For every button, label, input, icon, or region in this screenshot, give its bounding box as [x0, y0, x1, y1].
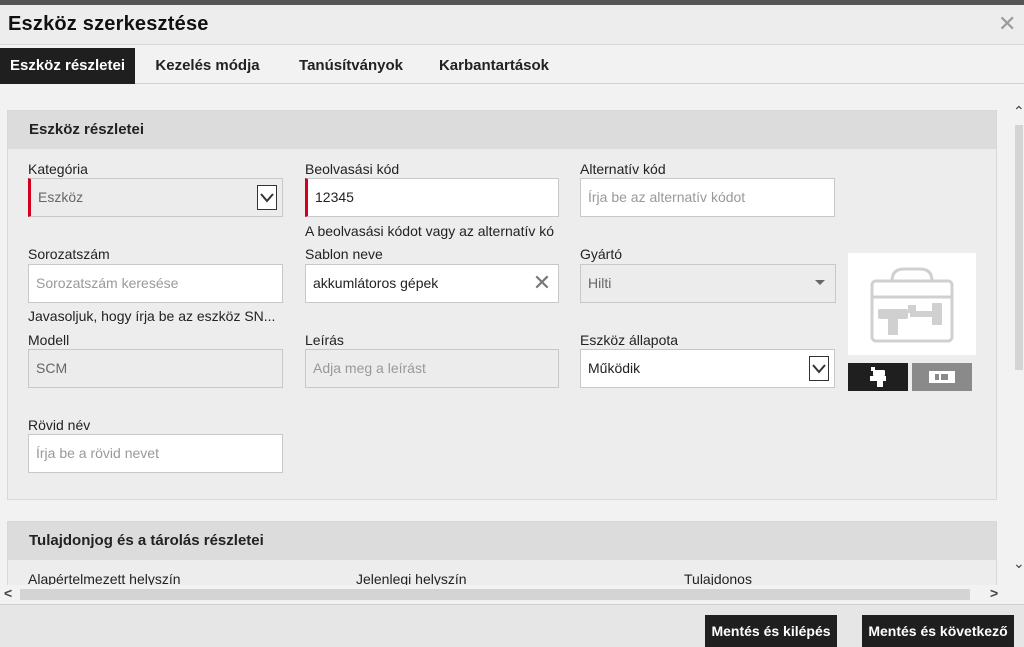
scroll-up-icon[interactable]: ⌃	[1013, 104, 1024, 118]
vertical-scroll-thumb[interactable]	[1015, 125, 1023, 370]
tab-maintenance[interactable]: Karbantartások	[430, 48, 558, 84]
status-label: Eszköz állapota	[580, 332, 679, 348]
caret-down-icon[interactable]	[815, 280, 825, 285]
manufacturer-label: Gyártó	[580, 246, 623, 262]
serial-label: Sorozatszám	[28, 246, 110, 262]
clear-icon[interactable]: ✕	[532, 272, 552, 294]
short-name-label: Rövid név	[28, 417, 91, 433]
manufacturer-value: Hilti	[588, 275, 612, 291]
default-location-label: Alapértelmezett helyszín	[28, 571, 181, 585]
description-label: Leírás	[305, 332, 344, 348]
description-input[interactable]: Adja meg a leírást	[305, 349, 559, 388]
status-select[interactable]: Működik	[580, 349, 835, 388]
alt-code-label: Alternatív kód	[580, 161, 666, 177]
tab-bar: Eszköz részletei Kezelés módja Tanúsítvá…	[0, 46, 1024, 84]
dialog-title: Eszköz szerkesztése	[8, 13, 209, 35]
template-input[interactable]: akkumlátoros gépek ✕	[305, 264, 559, 303]
category-value: Eszköz	[38, 189, 84, 205]
alt-code-input[interactable]: Írja be az alternatív kódot	[580, 178, 835, 217]
dialog-titlebar: Eszköz szerkesztése ✕	[0, 5, 1024, 45]
scroll-left-icon[interactable]: <	[4, 586, 12, 600]
serial-search-input[interactable]: Sorozatszám keresése	[28, 264, 283, 303]
section-heading: Eszköz részletei	[8, 111, 996, 149]
save-and-next-button[interactable]: Mentés és következő	[862, 615, 1014, 647]
scan-code-label: Beolvasási kód	[305, 161, 400, 177]
save-and-exit-button[interactable]: Mentés és kilépés	[705, 615, 837, 647]
scan-code-hint: A beolvasási kódot vagy az alternatív kó	[305, 223, 555, 239]
scroll-down-icon[interactable]: ⌄	[1013, 556, 1024, 570]
model-input[interactable]: SCM	[28, 349, 283, 388]
category-label: Kategória	[28, 161, 88, 177]
owner-label: Tulajdonos	[684, 571, 752, 585]
horizontal-scroll-thumb[interactable]	[20, 589, 970, 600]
current-location-label: Jelenlegi helyszín	[356, 571, 467, 585]
upload-image-button[interactable]	[848, 363, 908, 391]
status-value: Működik	[588, 360, 641, 376]
category-select[interactable]: Eszköz	[28, 178, 283, 217]
template-label: Sablon neve	[305, 246, 383, 262]
dialog-footer: Mentés és kilépés Mentés és következő	[0, 604, 1024, 647]
scan-code-input[interactable]: 12345	[305, 178, 559, 217]
image-toggle-button[interactable]	[912, 363, 972, 391]
close-icon[interactable]: ✕	[998, 13, 1016, 35]
chevron-down-icon[interactable]	[809, 356, 829, 381]
tab-certificates[interactable]: Tanúsítványok	[290, 48, 412, 84]
toolbox-image-icon	[848, 253, 976, 355]
scroll-right-icon[interactable]: >	[990, 586, 998, 600]
template-value: akkumlátoros gépek	[313, 275, 439, 291]
section-heading: Tulajdonjog és a tárolás részletei	[8, 522, 996, 560]
short-name-input[interactable]: Írja be a rövid nevet	[28, 434, 283, 473]
serial-hint: Javasoljuk, hogy írja be az eszköz SN...	[28, 308, 276, 324]
chevron-down-icon[interactable]	[257, 185, 277, 210]
model-label: Modell	[28, 332, 70, 348]
tab-asset-details[interactable]: Eszköz részletei	[0, 48, 135, 84]
tab-handling[interactable]: Kezelés módja	[145, 48, 270, 84]
manufacturer-select[interactable]: Hilti	[580, 264, 836, 303]
